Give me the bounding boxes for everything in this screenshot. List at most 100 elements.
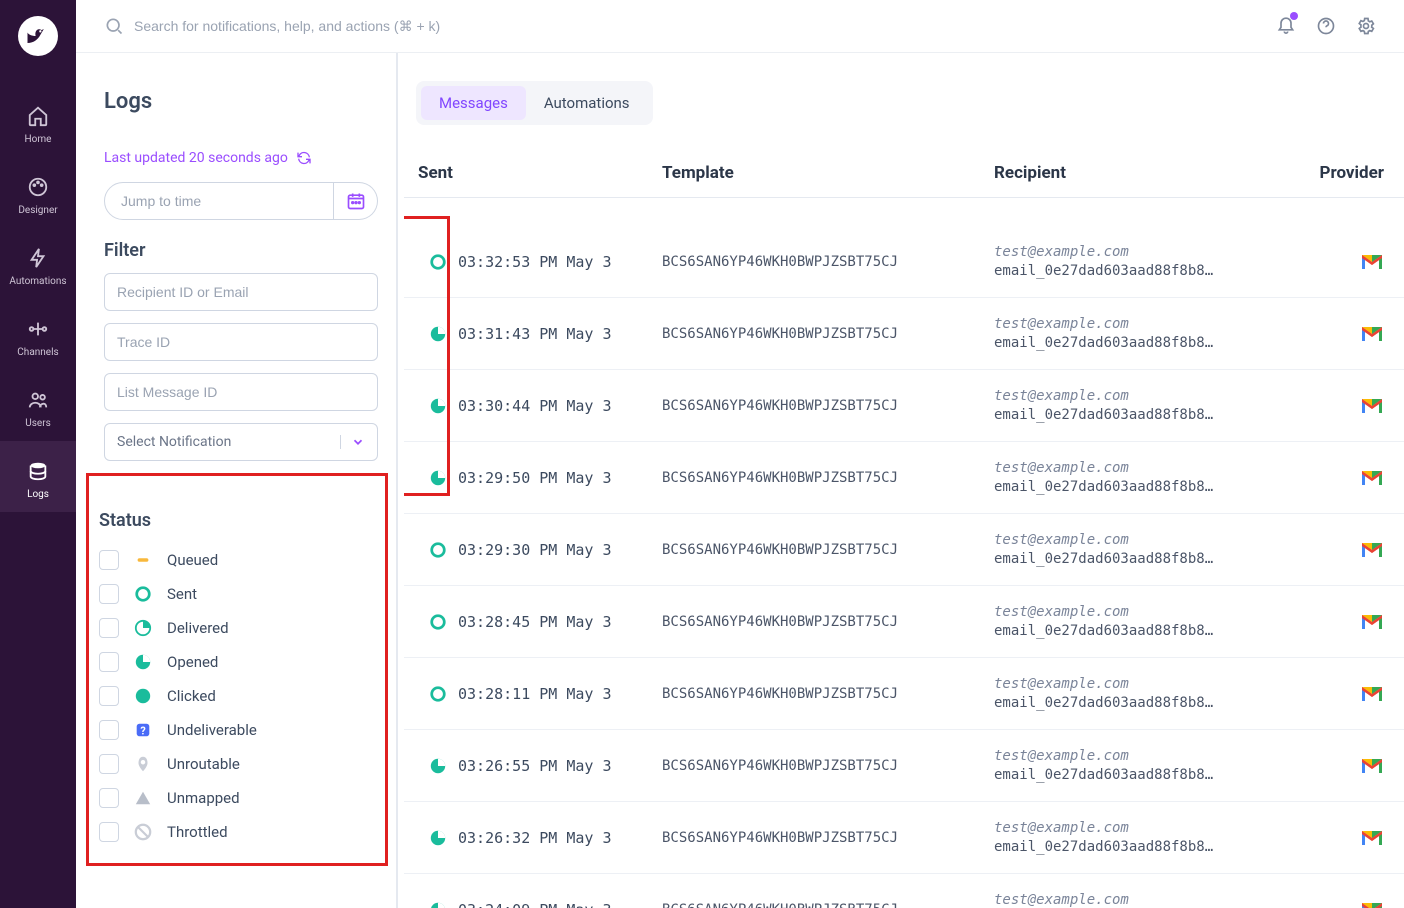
row-template: BCS6SAN6YP46WKH0BWPJZSBT75CJ: [662, 686, 994, 702]
checkbox[interactable]: [99, 652, 119, 672]
jump-to-time-input[interactable]: [104, 182, 334, 220]
row-status-icon: [418, 253, 458, 271]
calendar-icon: [346, 191, 366, 211]
column-recipient: Recipient: [994, 163, 1288, 183]
topbar: [76, 0, 1404, 53]
help-icon[interactable]: [1316, 16, 1336, 36]
status-filter-unroutable[interactable]: Unroutable: [99, 747, 375, 781]
row-recipient: test@example.com email_0e27dad603aad88f8…: [994, 820, 1288, 855]
unmapped-icon: [133, 788, 153, 808]
recipient-filter-input[interactable]: [104, 273, 378, 311]
app-logo[interactable]: [18, 16, 58, 56]
checkbox[interactable]: [99, 550, 119, 570]
status-filter-throttled[interactable]: Throttled: [99, 815, 375, 849]
sidebar-item-label: Logs: [27, 489, 49, 500]
row-recipient: test@example.com email_0e27dad603aad88f8…: [994, 604, 1288, 639]
status-filter-queued[interactable]: Queued: [99, 543, 375, 577]
sent-icon: [133, 584, 153, 604]
sidebar-item-logs[interactable]: Logs: [0, 441, 76, 512]
status-filter-opened[interactable]: Opened: [99, 645, 375, 679]
row-template: BCS6SAN6YP46WKH0BWPJZSBT75CJ: [662, 542, 994, 558]
notifications-button[interactable]: [1276, 14, 1296, 38]
status-filter-unmapped[interactable]: Unmapped: [99, 781, 375, 815]
row-recipient: test@example.com email_0e27dad603aad88f8…: [994, 748, 1288, 783]
table-row[interactable]: 03:28:11 PM May 3 BCS6SAN6YP46WKH0BWPJZS…: [404, 658, 1404, 730]
row-provider: [1288, 829, 1384, 847]
gear-icon[interactable]: [1356, 16, 1376, 36]
row-template: BCS6SAN6YP46WKH0BWPJZSBT75CJ: [662, 614, 994, 630]
table-row[interactable]: 03:30:44 PM May 3 BCS6SAN6YP46WKH0BWPJZS…: [404, 370, 1404, 442]
channels-icon: [26, 317, 50, 341]
row-sent-time: 03:24:09 PM May 3: [458, 901, 662, 908]
status-filter-sent[interactable]: Sent: [99, 577, 375, 611]
gmail-icon: [1360, 613, 1384, 631]
row-status-icon: [418, 757, 458, 775]
gmail-icon: [1360, 325, 1384, 343]
status-filter-undeliverable[interactable]: ? Undeliverable: [99, 713, 375, 747]
list-message-id-input[interactable]: [104, 373, 378, 411]
gmail-icon: [1360, 757, 1384, 775]
notification-select[interactable]: Select Notification: [104, 423, 378, 461]
svg-text:?: ?: [140, 725, 145, 738]
tab-messages[interactable]: Messages: [421, 86, 526, 120]
sidebar-item-channels[interactable]: Channels: [0, 299, 76, 370]
status-filter-clicked[interactable]: Clicked: [99, 679, 375, 713]
row-sent-time: 03:26:32 PM May 3: [458, 829, 662, 847]
calendar-button[interactable]: [334, 182, 378, 220]
row-recipient: test@example.com email_0e27dad603aad88f8…: [994, 388, 1288, 423]
sidebar-item-label: Automations: [9, 276, 66, 287]
row-status-icon: [418, 469, 458, 487]
chevron-down-icon: [351, 435, 365, 449]
queued-icon: [133, 550, 153, 570]
table-row[interactable]: 03:31:43 PM May 3 BCS6SAN6YP46WKH0BWPJZS…: [404, 298, 1404, 370]
table-row[interactable]: 03:28:45 PM May 3 BCS6SAN6YP46WKH0BWPJZS…: [404, 586, 1404, 658]
checkbox[interactable]: [99, 584, 119, 604]
sidebar-item-label: Users: [25, 418, 51, 429]
checkbox[interactable]: [99, 788, 119, 808]
gmail-icon: [1360, 397, 1384, 415]
row-template: BCS6SAN6YP46WKH0BWPJZSBT75CJ: [662, 326, 994, 342]
table-row[interactable]: 03:26:55 PM May 3 BCS6SAN6YP46WKH0BWPJZS…: [404, 730, 1404, 802]
status-label: Throttled: [167, 823, 228, 841]
table-row[interactable]: 03:32:53 PM May 3 BCS6SAN6YP46WKH0BWPJZS…: [404, 226, 1404, 298]
last-updated[interactable]: Last updated 20 seconds ago: [104, 150, 378, 166]
table-row[interactable]: 03:24:09 PM May 3 BCS6SAN6YP46WKH0BWPJZS…: [404, 874, 1404, 908]
row-provider: [1288, 757, 1384, 775]
refresh-icon: [296, 150, 312, 166]
status-label: Unmapped: [167, 789, 240, 807]
row-status-icon: [418, 397, 458, 415]
sidebar-item-home[interactable]: Home: [0, 86, 76, 157]
trace-id-input[interactable]: [104, 323, 378, 361]
row-recipient: test@example.com email_0e27dad603aad88f8…: [994, 532, 1288, 567]
table-row[interactable]: 03:29:50 PM May 3 BCS6SAN6YP46WKH0BWPJZS…: [404, 442, 1404, 514]
table-row[interactable]: 03:26:32 PM May 3 BCS6SAN6YP46WKH0BWPJZS…: [404, 802, 1404, 874]
status-label: Delivered: [167, 619, 229, 637]
row-template: BCS6SAN6YP46WKH0BWPJZSBT75CJ: [662, 254, 994, 270]
tab-automations[interactable]: Automations: [526, 86, 648, 120]
column-provider: Provider: [1288, 163, 1384, 183]
status-filter-delivered[interactable]: Delivered: [99, 611, 375, 645]
unroutable-icon: [133, 754, 153, 774]
bolt-icon: [26, 246, 50, 270]
checkbox[interactable]: [99, 822, 119, 842]
gmail-icon: [1360, 469, 1384, 487]
checkbox[interactable]: [99, 686, 119, 706]
checkbox[interactable]: [99, 720, 119, 740]
column-template: Template: [662, 163, 994, 183]
users-icon: [26, 388, 50, 412]
checkbox[interactable]: [99, 754, 119, 774]
row-recipient: test@example.com email_0e27dad603aad88f8…: [994, 460, 1288, 495]
row-status-icon: [418, 325, 458, 343]
sidebar-item-users[interactable]: Users: [0, 370, 76, 441]
sidebar-item-designer[interactable]: Designer: [0, 157, 76, 228]
row-status-icon: [418, 685, 458, 703]
home-icon: [26, 104, 50, 128]
row-sent-time: 03:28:45 PM May 3: [458, 613, 662, 631]
search-input[interactable]: [134, 18, 1276, 34]
row-sent-time: 03:29:30 PM May 3: [458, 541, 662, 559]
row-template: BCS6SAN6YP46WKH0BWPJZSBT75CJ: [662, 470, 994, 486]
sidebar-item-automations[interactable]: Automations: [0, 228, 76, 299]
gmail-icon: [1360, 685, 1384, 703]
checkbox[interactable]: [99, 618, 119, 638]
table-row[interactable]: 03:29:30 PM May 3 BCS6SAN6YP46WKH0BWPJZS…: [404, 514, 1404, 586]
